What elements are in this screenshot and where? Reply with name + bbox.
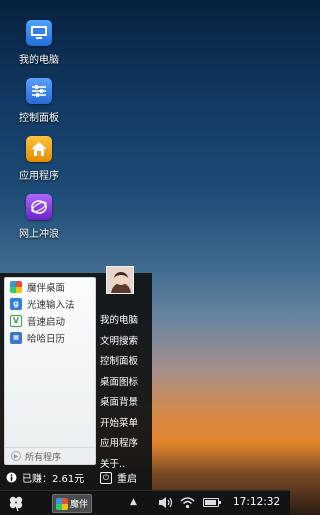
- clock[interactable]: 17:12:32: [233, 496, 280, 508]
- menu-link-search[interactable]: 文明搜索: [100, 330, 138, 351]
- control-panel-icon: [26, 78, 52, 104]
- arrow-right-icon: ▶: [11, 451, 21, 461]
- menu-link-my-computer[interactable]: 我的电脑: [100, 309, 138, 330]
- menu-link-start-menu[interactable]: 开始菜单: [100, 412, 138, 433]
- home-icon: [26, 136, 52, 162]
- mobi-app-icon: [56, 497, 68, 510]
- avatar[interactable]: [106, 266, 134, 294]
- volume-icon[interactable]: [158, 496, 174, 512]
- menu-link-applications[interactable]: 应用程序: [100, 432, 138, 453]
- start-menu-footer: 已赚：2.61元 ⏻ 重启: [0, 465, 152, 490]
- menu-link-desktop-icons[interactable]: 桌面图标: [100, 371, 138, 392]
- desktop-icon-browser[interactable]: 网上冲浪: [8, 194, 70, 244]
- wifi-icon[interactable]: [180, 496, 195, 512]
- browser-icon: [26, 194, 52, 220]
- app-item-input-method[interactable]: g 光速输入法: [5, 295, 95, 312]
- computer-icon: [26, 20, 52, 46]
- battery-icon[interactable]: [203, 498, 221, 507]
- desktop-icon-label: 网上冲浪: [19, 229, 59, 240]
- mobi-desktop-icon: [10, 280, 22, 293]
- all-programs-button[interactable]: ▶ 所有程序: [5, 447, 95, 464]
- input-method-icon: g: [10, 297, 22, 310]
- start-menu-links: 我的电脑 文明搜索 控制面板 桌面图标 桌面背景 开始菜单 应用程序 关于..: [100, 309, 138, 473]
- menu-link-desktop-background[interactable]: 桌面背景: [100, 391, 138, 412]
- calendar-icon: ▦: [10, 331, 22, 344]
- desktop-icon-label: 应用程序: [19, 171, 59, 182]
- app-item-calendar[interactable]: ▦ 哈哈日历: [5, 329, 95, 346]
- desktop-icon-label: 我的电脑: [19, 55, 59, 66]
- earnings-text: 已赚：2.61元: [22, 474, 85, 485]
- desktop-icon-control-panel[interactable]: 控制面板: [8, 78, 70, 128]
- desktop-icon-label: 控制面板: [19, 113, 59, 124]
- launcher-icon: V: [10, 314, 22, 327]
- power-icon: ⏻: [100, 471, 112, 484]
- tray-expand-icon[interactable]: ▲: [130, 497, 137, 507]
- earnings-info: 已赚：2.61元: [6, 470, 84, 485]
- app-item-mobi-desktop[interactable]: 魔伴桌面: [5, 278, 95, 295]
- desktop-icon-applications[interactable]: 应用程序: [8, 136, 70, 186]
- clover-icon: [9, 496, 23, 512]
- start-button[interactable]: [7, 495, 25, 512]
- taskbar-item-mobi[interactable]: 魔伴: [52, 494, 92, 513]
- user-avatar-icon: [107, 267, 133, 293]
- restart-button[interactable]: ⏻ 重启: [100, 470, 137, 485]
- desktop-icon-my-computer[interactable]: 我的电脑: [8, 20, 70, 70]
- app-item-launcher[interactable]: V 音速启动: [5, 312, 95, 329]
- info-icon: [6, 472, 17, 483]
- taskbar: 魔伴 ▲ 17:12:32: [0, 490, 290, 515]
- start-menu: 魔伴桌面 g 光速输入法 V 音速启动 ▦ 哈哈日历 ▶ 所有程序 我的电脑 文…: [0, 273, 152, 490]
- menu-link-control-panel[interactable]: 控制面板: [100, 350, 138, 371]
- start-menu-app-list: 魔伴桌面 g 光速输入法 V 音速启动 ▦ 哈哈日历 ▶ 所有程序: [4, 277, 96, 465]
